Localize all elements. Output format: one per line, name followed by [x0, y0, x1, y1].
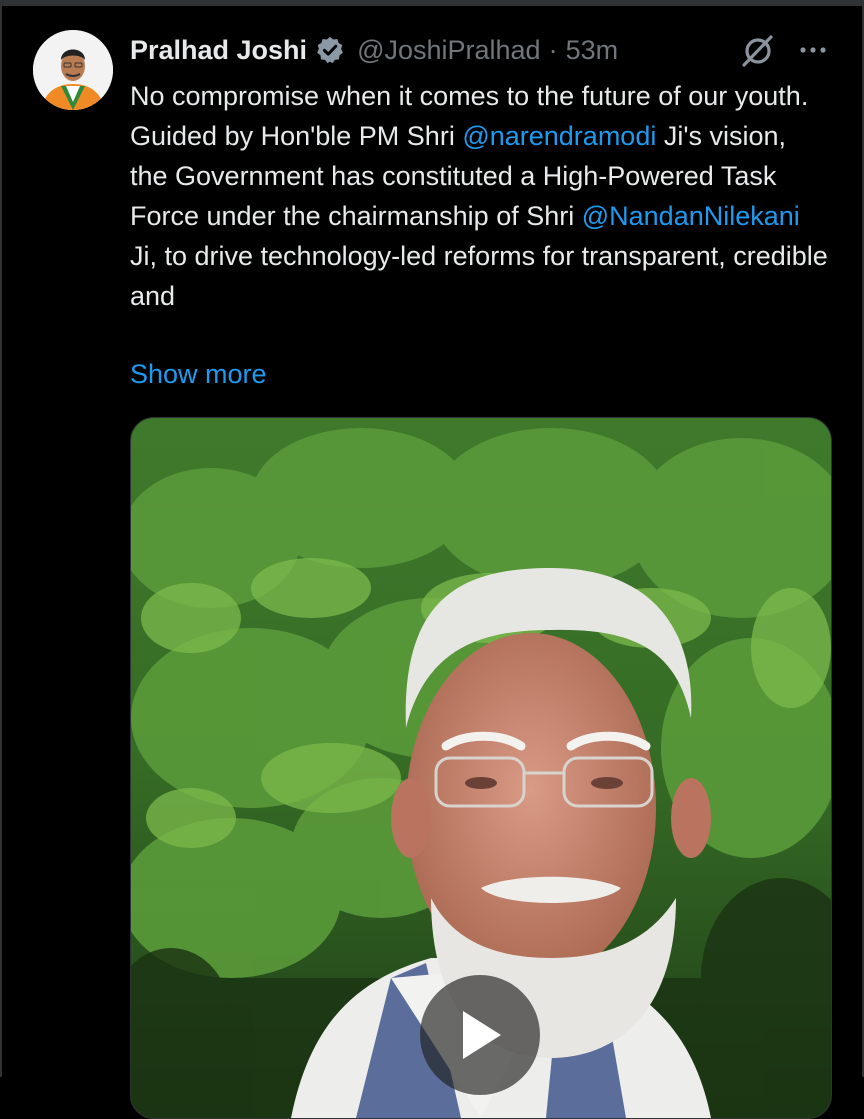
tweet-text: No compromise when it comes to the futur… — [130, 76, 830, 316]
mention-narendramodi[interactable]: @narendramodi — [462, 121, 656, 151]
show-more-link[interactable]: Show more — [130, 354, 267, 394]
play-button[interactable] — [420, 975, 540, 1095]
separator-dot: · — [548, 34, 558, 65]
verified-badge-icon — [315, 35, 345, 65]
tweet-header: Pralhad Joshi @JoshiPralhad · 53m — [130, 28, 844, 72]
tweet-text-post: Ji, to drive technology-led reforms for … — [130, 241, 828, 311]
tweet-text-paragraph: Guided by Hon'ble PM Shri @narendramodi … — [130, 116, 830, 316]
more-options-icon[interactable] — [798, 40, 828, 60]
author-name[interactable]: Pralhad Joshi — [130, 35, 307, 66]
tweet-text-line1: No compromise when it comes to the futur… — [130, 81, 809, 111]
grok-icon[interactable] — [740, 32, 776, 68]
author-handle[interactable]: @JoshiPralhad — [357, 35, 541, 66]
play-icon — [463, 1011, 501, 1059]
avatar[interactable] — [33, 30, 113, 110]
tweet-text-pre: Guided by Hon'ble PM Shri — [130, 121, 463, 151]
timestamp[interactable]: 53m — [566, 35, 619, 66]
mention-nandannilekani[interactable]: @NandanNilekani — [582, 201, 800, 231]
